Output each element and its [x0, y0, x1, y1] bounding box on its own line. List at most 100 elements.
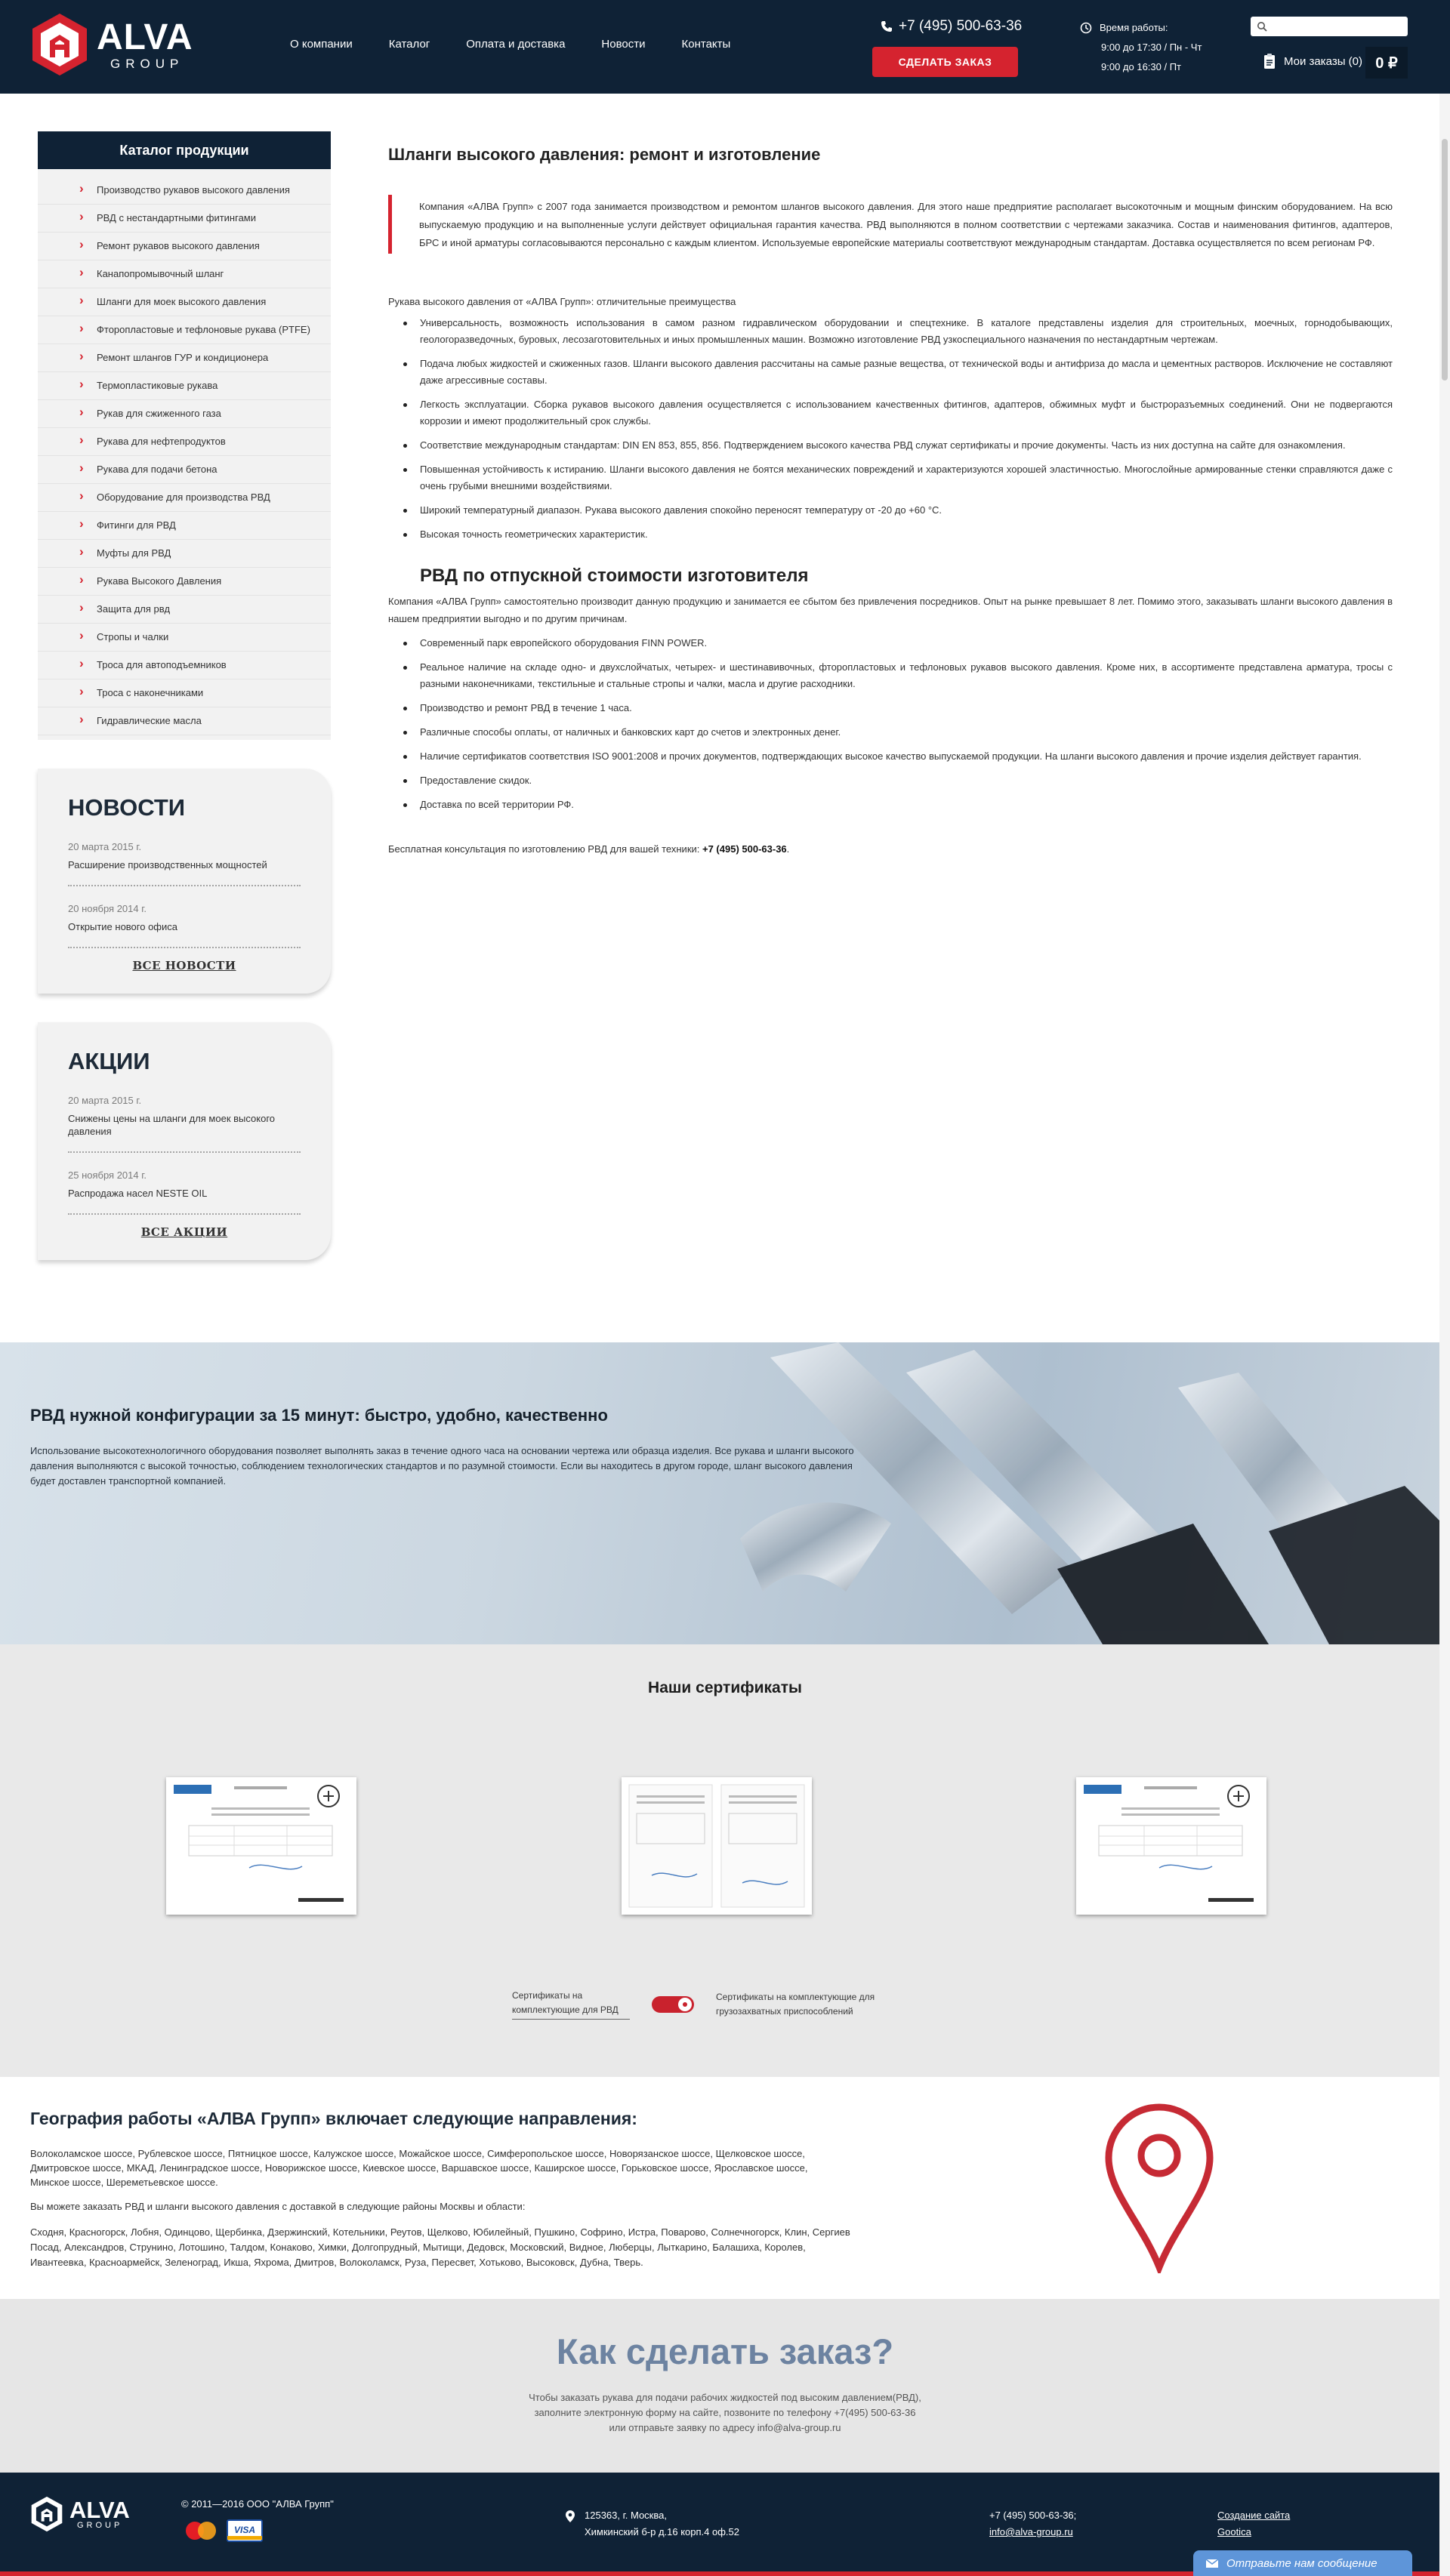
main-nav: О компании Каталог Оплата и доставка Нов…: [290, 38, 730, 51]
certificate-thumbnail[interactable]: [1076, 1777, 1266, 1915]
list-item: Производство и ремонт РВД в течение 1 ча…: [388, 700, 1393, 716]
list-item: Высокая точность геометрических характер…: [388, 526, 1393, 543]
make-order-button[interactable]: СДЕЛАТЬ ЗАКАЗ: [872, 47, 1018, 77]
list-item: Различные способы оплаты, от наличных и …: [388, 724, 1393, 741]
banner-title: РВД нужной конфигурации за 15 минут: быс…: [30, 1406, 608, 1425]
list-item: Предоставление скидок.: [388, 772, 1393, 789]
section-body: Компания «АЛВА Групп» самостоятельно про…: [388, 596, 1393, 624]
certificate-thumbnail[interactable]: [166, 1777, 356, 1915]
sidebar: Каталог продукции Производство рукавов в…: [38, 131, 331, 1260]
catalog-item-high-pressure-hoses[interactable]: Рукава Высокого Давления: [38, 568, 331, 596]
promo-item: 20 марта 2015 г. Снижены цены на шланги …: [68, 1095, 301, 1153]
nav-news[interactable]: Новости: [601, 38, 645, 51]
header-phone[interactable]: +7 (495) 500-63-36: [881, 18, 1022, 35]
site-header: ALVA GROUP О компании Каталог Оплата и д…: [0, 0, 1450, 94]
cart-link[interactable]: Мои заказы (0): [1263, 53, 1362, 69]
catalog-item-oil-hoses[interactable]: Рукава для нефтепродуктов: [38, 428, 331, 456]
promo-link[interactable]: Распродажа насел NESTE OIL: [68, 1187, 301, 1200]
list-item: Реальное наличие на складе одно- и двухс…: [388, 659, 1393, 692]
developer-link-label[interactable]: Создание сайта: [1217, 2507, 1290, 2524]
footer-email-link[interactable]: info@alva-group.ru: [989, 2526, 1073, 2537]
list-item: Подача любых жидкостей и сжиженных газов…: [388, 356, 1393, 389]
page-title: Шланги высокого давления: ремонт и изгот…: [388, 145, 821, 164]
visa-label: VISA: [234, 2525, 255, 2535]
list-item: Современный парк европейского оборудован…: [388, 635, 1393, 652]
toggle-switch[interactable]: [651, 1995, 695, 2014]
catalog-item-lift-cables[interactable]: Троса для автоподъемников: [38, 652, 331, 679]
consultation-end: .: [786, 843, 790, 855]
news-link[interactable]: Расширение производственных мощностей: [68, 858, 301, 871]
page-scrollbar[interactable]: [1439, 94, 1450, 2576]
developer-link-name[interactable]: Gootica: [1217, 2524, 1290, 2541]
catalog-item-concrete-hoses[interactable]: Рукава для подачи бетона: [38, 456, 331, 484]
news-item: 20 марта 2015 г. Расширение производстве…: [68, 841, 301, 886]
catalog-item-protection[interactable]: Защита для рвд: [38, 596, 331, 624]
catalog-item-sewer-hose[interactable]: Канапопромывочный шланг: [38, 260, 331, 288]
catalog-item-lpg-hose[interactable]: Рукав для сжиженного газа: [38, 400, 331, 428]
site-developer: Создание сайта Gootica: [1217, 2507, 1290, 2541]
catalog-item-equipment[interactable]: Оборудование для производства РВД: [38, 484, 331, 512]
catalog-item-hose-repair[interactable]: Ремонт рукавов высокого давления: [38, 233, 331, 260]
all-promos-link[interactable]: ВСЕ АКЦИИ: [68, 1225, 301, 1239]
consultation-phone[interactable]: +7 (495) 500-63-36: [702, 843, 787, 855]
list-item: Универсальность, возможность использован…: [388, 315, 1393, 348]
search-input[interactable]: [1251, 17, 1408, 36]
cart-label: Мои заказы (0): [1284, 54, 1362, 68]
footer-logo-sub: GROUP: [77, 2521, 123, 2530]
catalog-item-thermoplastic[interactable]: Термопластиковые рукава: [38, 372, 331, 400]
chat-widget-button[interactable]: Отправьте нам сообщение: [1193, 2550, 1412, 2576]
mail-icon: [1205, 2558, 1219, 2568]
certificates-title: Наши сертификаты: [648, 1679, 802, 1696]
copyright: © 2011—2016 ООО "АЛВА Групп": [181, 2498, 334, 2510]
news-item: 20 ноября 2014 г. Открытие нового офиса: [68, 903, 301, 948]
switch-option-lifting[interactable]: Сертификаты на комплектующие для грузоза…: [716, 1990, 890, 2019]
intro-quote: Компания «АЛВА Групп» с 2007 года занима…: [388, 195, 1393, 254]
news-link[interactable]: Открытие нового офиса: [68, 920, 301, 933]
geography-roads: Волоколамское шоссе, Рублевское шоссе, П…: [30, 2148, 808, 2188]
catalog-item-nonstandard-fittings[interactable]: РВД с нестандартными фитингами: [38, 205, 331, 233]
advantages-list: Универсальность, возможность использован…: [388, 315, 1393, 543]
news-panel: НОВОСТИ 20 марта 2015 г. Расширение прои…: [38, 769, 331, 994]
section-subtitle: РВД по отпускной стоимости изготовителя: [420, 565, 809, 586]
site-logo[interactable]: ALVA GROUP: [30, 12, 193, 77]
catalog-item-couplings[interactable]: Муфты для РВД: [38, 540, 331, 568]
nav-contacts[interactable]: Контакты: [682, 38, 731, 51]
list-item: Легкость эксплуатации. Сборка рукавов вы…: [388, 396, 1393, 430]
phone-icon: [881, 21, 892, 32]
scrollbar-thumb[interactable]: [1442, 139, 1448, 381]
nav-catalog[interactable]: Каталог: [389, 38, 430, 51]
promo-link[interactable]: Снижены цены на шланги для моек высокого…: [68, 1112, 301, 1138]
certificate-thumbnail[interactable]: [622, 1777, 812, 1915]
catalog-item-slings[interactable]: Стропы и чалки: [38, 624, 331, 652]
promo-date: 25 ноября 2014 г.: [68, 1169, 147, 1181]
header-phone-number: +7 (495) 500-63-36: [899, 18, 1023, 34]
all-news-link[interactable]: ВСЕ НОВОСТИ: [68, 959, 301, 972]
mastercard-icon: [186, 2522, 216, 2540]
clipboard-icon: [1264, 54, 1275, 69]
search-icon[interactable]: [1257, 21, 1267, 32]
catalog-item-washer-hoses[interactable]: Шланги для моек высокого давления: [38, 288, 331, 316]
list-item: Доставка по всей территории РФ.: [388, 797, 1393, 813]
cart-total[interactable]: 0 ₽: [1365, 47, 1408, 79]
nav-about[interactable]: О компании: [290, 38, 353, 51]
catalog-item-cables-tips[interactable]: Троса с наконечниками: [38, 679, 331, 707]
list-item: Соответствие международным стандартам: D…: [388, 437, 1393, 454]
catalog-title: Каталог продукции: [38, 131, 331, 169]
nav-payment-delivery[interactable]: Оплата и доставка: [466, 38, 565, 51]
how-to-order-text: Чтобы заказать рукава для подачи рабочих…: [0, 2390, 1450, 2436]
catalog-item-fittings[interactable]: Фитинги для РВД: [38, 512, 331, 540]
catalog-item-ptfe-hoses[interactable]: Фторопластовые и тефлоновые рукава (PTFE…: [38, 316, 331, 344]
catalog-item-hydraulic-oils[interactable]: Гидравлические масла: [38, 707, 331, 735]
news-date: 20 ноября 2014 г.: [68, 903, 147, 914]
footer-contacts: +7 (495) 500-63-36; info@alva-group.ru: [989, 2507, 1076, 2541]
switch-option-rvd[interactable]: Сертификаты на комплектующие для РВД: [512, 1989, 630, 2020]
list-item: Повышенная устойчивость к истиранию. Шла…: [388, 461, 1393, 495]
certificate-document-image: [174, 1785, 344, 1902]
catalog-item-hose-production[interactable]: Производство рукавов высокого давления: [38, 177, 331, 205]
catalog-item-gur-repair[interactable]: Ремонт шлангов ГУР и кондиционера: [38, 344, 331, 372]
footer-phone[interactable]: +7 (495) 500-63-36;: [989, 2507, 1076, 2524]
footer-logo[interactable]: ALVA GROUP: [30, 2495, 130, 2533]
main-section: Каталог продукции Производство рукавов в…: [0, 94, 1450, 1342]
location-pin-icon: [566, 2510, 575, 2522]
logo-hexagon-icon: [31, 2496, 63, 2532]
